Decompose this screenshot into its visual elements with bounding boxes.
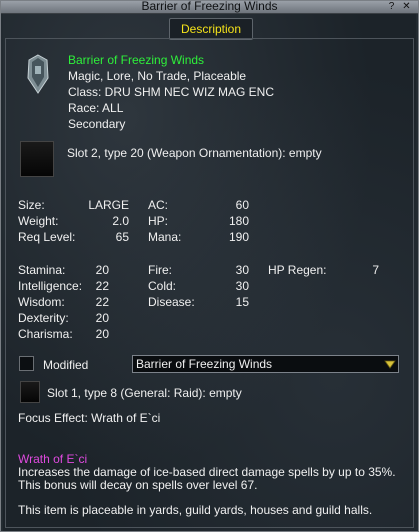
attr-stamina-label: Stamina: — [18, 263, 66, 277]
stat-weight-label: Weight: — [18, 214, 59, 228]
window-title: Barrier of Freezing Winds — [141, 0, 278, 13]
item-flags: Magic, Lore, No Trade, Placeable — [68, 69, 247, 83]
stat-weight-value: 2.0 — [112, 214, 129, 228]
attr-disease-label: Disease: — [148, 295, 195, 309]
modified-dropdown[interactable]: Barrier of Freezing Winds — [132, 355, 399, 373]
placement-note: This item is placeable in yards, guild y… — [18, 503, 373, 517]
attr-wisdom-label: Wisdom: — [18, 295, 65, 309]
attr-cold-value: 30 — [235, 279, 249, 293]
chevron-down-icon — [384, 360, 396, 369]
stat-mana-label: Mana: — [148, 230, 182, 244]
augment-slot-2-text: Slot 2, type 20 (Weapon Ornamentation): … — [67, 146, 322, 160]
focus-description-line-2: This bonus will decay on spells over lev… — [18, 478, 258, 492]
item-slot: Secondary — [68, 117, 126, 131]
focus-effect-line: Focus Effect: Wrath of E`ci — [18, 411, 161, 425]
stat-mana-value: 190 — [228, 230, 249, 244]
augment-slot-1-text: Slot 1, type 8 (General: Raid): empty — [47, 386, 242, 400]
close-button[interactable]: ✕ — [401, 1, 412, 12]
attr-fire-label: Fire: — [148, 263, 172, 277]
attr-hpregen-label: HP Regen: — [268, 263, 327, 277]
attr-intelligence-label: Intelligence: — [18, 279, 83, 293]
modified-dropdown-value: Barrier of Freezing Winds — [136, 357, 273, 371]
attr-charisma-value: 20 — [95, 327, 109, 341]
attr-wisdom-value: 22 — [95, 295, 109, 309]
attr-intelligence-value: 22 — [95, 279, 109, 293]
stat-hp-value: 180 — [228, 214, 249, 228]
augment-slot-2[interactable] — [20, 141, 54, 177]
title-bar[interactable]: Barrier of Freezing Winds ? ✕ — [1, 0, 418, 14]
item-races: Race: ALL — [68, 101, 124, 115]
modified-checkbox[interactable] — [19, 356, 34, 371]
tab-description[interactable]: Description — [169, 18, 253, 40]
attr-disease-value: 15 — [235, 295, 249, 309]
attr-hpregen-value: 7 — [372, 263, 379, 277]
stat-ac-label: AC: — [148, 198, 169, 212]
stat-hp-label: HP: — [148, 214, 169, 228]
stat-size-label: Size: — [18, 198, 45, 212]
stat-size-value: LARGE — [88, 198, 129, 212]
augment-slot-1[interactable] — [20, 381, 40, 403]
stat-ac-value: 60 — [235, 198, 249, 212]
attr-dexterity-value: 20 — [95, 311, 109, 325]
stat-reqlevel-label: Req Level: — [18, 230, 76, 244]
item-name: Barrier of Freezing Winds — [68, 53, 205, 67]
attr-cold-label: Cold: — [148, 279, 177, 293]
help-button[interactable]: ? — [386, 1, 397, 12]
focus-name: Wrath of E`ci — [18, 452, 88, 466]
attr-fire-value: 30 — [235, 263, 249, 277]
attr-dexterity-label: Dexterity: — [18, 311, 69, 325]
focus-description-line-1: Increases the damage of ice-based direct… — [18, 465, 396, 479]
shield-icon — [27, 54, 49, 94]
item-display-window: Barrier of Freezing Winds ? ✕ Descriptio… — [0, 0, 419, 532]
item-classes: Class: DRU SHM NEC WIZ MAG ENC — [68, 85, 275, 99]
attr-stamina-value: 20 — [95, 263, 109, 277]
modified-label: Modified — [43, 358, 89, 372]
stat-reqlevel-value: 65 — [115, 230, 129, 244]
attr-charisma-label: Charisma: — [18, 327, 73, 341]
